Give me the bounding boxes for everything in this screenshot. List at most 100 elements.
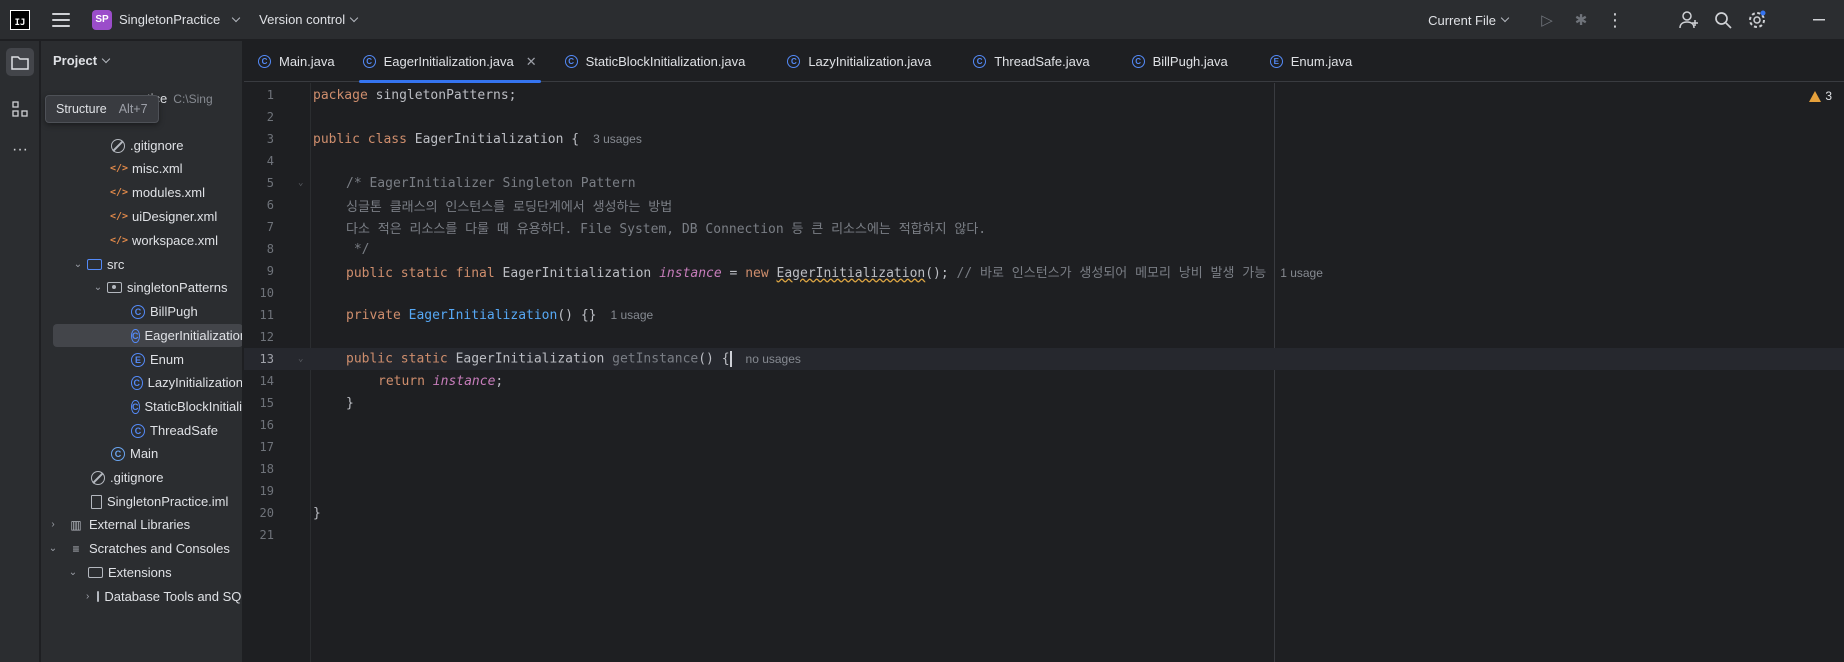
tree-item[interactable]: C Main: [41, 442, 242, 465]
tree-item-label: Extensions: [108, 565, 172, 580]
folder-icon: [97, 591, 100, 602]
chevron-down-icon[interactable]: ⌄: [46, 543, 60, 554]
structure-icon[interactable]: [6, 95, 34, 123]
code-token: () {}: [557, 307, 597, 323]
chevron-down-icon[interactable]: ⌄: [66, 567, 80, 578]
project-folder-icon[interactable]: [6, 48, 34, 76]
tab-main-java[interactable]: C Main.java: [244, 41, 349, 82]
class-icon: C: [131, 304, 145, 319]
version-control-menu[interactable]: Version control: [259, 12, 359, 27]
tree-item-selected[interactable]: C EagerInitialization: [53, 324, 242, 347]
line-number: 2: [266, 110, 274, 124]
run-icon[interactable]: ▷: [1530, 0, 1564, 40]
project-panel: Project racticeC:\Sing .gitignore </>mis…: [41, 41, 243, 662]
code-comment: /* EagerInitializer Singleton Pattern: [346, 175, 636, 191]
code-token: EagerInitialization: [400, 307, 558, 323]
tree-item[interactable]: E Enum: [41, 348, 242, 371]
tab-enum-java[interactable]: E Enum.java: [1256, 41, 1366, 82]
tree-item-src[interactable]: ⌄ src: [41, 253, 242, 276]
fold-marker-icon[interactable]: ⌄: [298, 178, 303, 188]
code-line: 15}: [244, 392, 1844, 414]
code-line: 2: [244, 106, 1844, 128]
debug-icon[interactable]: ✱: [1564, 0, 1598, 40]
scratches-icon: ≡: [72, 541, 80, 556]
code-line-current: 13 ⌄ public static EagerInitialization get…: [244, 348, 1844, 370]
tree-item-external-libraries[interactable]: › ▥ External Libraries: [41, 513, 242, 536]
code-token: package: [313, 87, 368, 103]
tree-item[interactable]: C ThreadSafe: [41, 419, 242, 442]
project-switcher[interactable]: SP SingletonPractice: [92, 9, 241, 30]
usage-hint[interactable]: no usages: [746, 352, 801, 366]
tab-bill-pugh-java[interactable]: C BillPugh.java: [1118, 41, 1242, 82]
tree-item[interactable]: </> modules.xml: [41, 181, 242, 204]
tree-item[interactable]: </> misc.xml: [41, 157, 242, 180]
close-icon[interactable]: ✕: [526, 54, 537, 70]
line-number: 3: [266, 132, 274, 146]
chevron-right-icon[interactable]: ›: [86, 591, 89, 602]
xml-file-icon: </>: [109, 211, 129, 222]
tab-thread-safe-java[interactable]: C ThreadSafe.java: [959, 41, 1103, 82]
line-number: 4: [266, 154, 274, 168]
code-token: singletonPatterns;: [367, 87, 517, 103]
chevron-down-icon: [349, 13, 359, 22]
usage-hint[interactable]: 1 usage: [1280, 266, 1323, 280]
add-user-icon[interactable]: [1672, 0, 1706, 40]
tab-eager-initialization-java[interactable]: C EagerInitialization.java ✕: [349, 41, 551, 83]
line-number: 6: [266, 198, 274, 212]
usage-hint[interactable]: 1 usage: [610, 308, 653, 322]
tree-item-package[interactable]: ⌄ singletonPatterns: [41, 276, 242, 299]
tree-item-extensions[interactable]: ⌄ Extensions: [41, 561, 242, 584]
gitignore-icon: [111, 138, 125, 153]
tab-label: Enum.java: [1290, 54, 1353, 69]
code-token: {: [563, 131, 580, 147]
usage-hint[interactable]: 3 usages: [593, 132, 642, 146]
tree-item[interactable]: SingletonPractice.iml: [41, 490, 242, 513]
code-token: public static final: [346, 265, 495, 281]
tree-item[interactable]: .gitignore: [41, 134, 242, 157]
code-token: ;: [495, 373, 504, 389]
code-editor[interactable]: 3 1 package singletonPatterns; 2 3 public …: [244, 83, 1844, 662]
chevron-down-icon[interactable]: ⌄: [91, 282, 105, 293]
minimize-icon[interactable]: [1794, 0, 1844, 40]
class-icon: C: [973, 55, 987, 68]
code-line: 17: [244, 436, 1844, 458]
xml-file-icon: </>: [109, 187, 129, 198]
code-line: 7 다소 적은 리소스를 다룰 때 유용하다. File System, DB C…: [244, 216, 1844, 238]
main-menu-icon[interactable]: [52, 12, 70, 27]
tree-item[interactable]: </> uiDesigner.xml: [41, 205, 242, 228]
code-comment: 싱글톤 클래스의 인스턴스를 로딩단계에서 생성하는 방법: [346, 199, 673, 215]
class-icon: C: [787, 55, 801, 68]
tree-item[interactable]: C BillPugh: [41, 300, 242, 323]
tab-lazy-initialization-java[interactable]: C LazyInitialization.java: [773, 41, 945, 82]
class-icon: C: [564, 55, 578, 68]
tree-item-scratches[interactable]: ⌄ ≡ Scratches and Consoles: [41, 537, 242, 560]
code-token: getInstance: [612, 351, 699, 367]
intellij-logo-icon[interactable]: IJ: [10, 9, 30, 30]
chevron-right-icon[interactable]: ›: [46, 519, 60, 530]
tree-item[interactable]: .gitignore: [41, 466, 242, 489]
fold-marker-icon[interactable]: ⌄: [298, 354, 303, 364]
tab-static-block-initialization-java[interactable]: C StaticBlockInitialization.java: [551, 41, 760, 82]
tree-item[interactable]: C LazyInitialization: [41, 371, 243, 394]
more-actions-icon[interactable]: ⋮: [1598, 0, 1632, 40]
editor-tabs: C Main.java C EagerInitialization.java ✕ CS…: [244, 41, 1844, 83]
tree-item[interactable]: C StaticBlockInitialization: [41, 395, 242, 418]
library-icon: ▥: [70, 517, 82, 532]
tree-item-label: LazyInitialization: [147, 375, 243, 390]
tree-item[interactable]: </> workspace.xml: [41, 229, 242, 252]
code-comment: 다소 적은 리소스를 다룰 때 유용하다. File System, DB Co…: [346, 221, 987, 237]
run-config-selector[interactable]: Current File: [1428, 13, 1510, 28]
chevron-down-icon[interactable]: ⌄: [71, 259, 85, 270]
module-file-icon: [91, 494, 102, 509]
tree-item-database-tools[interactable]: › Database Tools and SQL: [41, 585, 242, 608]
more-tool-windows-icon[interactable]: ···: [6, 136, 34, 164]
tree-item-label: modules.xml: [132, 185, 205, 200]
search-icon[interactable]: [1706, 0, 1740, 40]
code-token: return: [378, 373, 425, 389]
project-panel-title[interactable]: Project: [53, 53, 111, 68]
folder-icon: [88, 567, 103, 578]
code-line: 12: [244, 326, 1844, 348]
version-control-label: Version control: [259, 12, 346, 27]
code-line: 19: [244, 480, 1844, 502]
settings-gear-icon[interactable]: [1740, 0, 1774, 40]
